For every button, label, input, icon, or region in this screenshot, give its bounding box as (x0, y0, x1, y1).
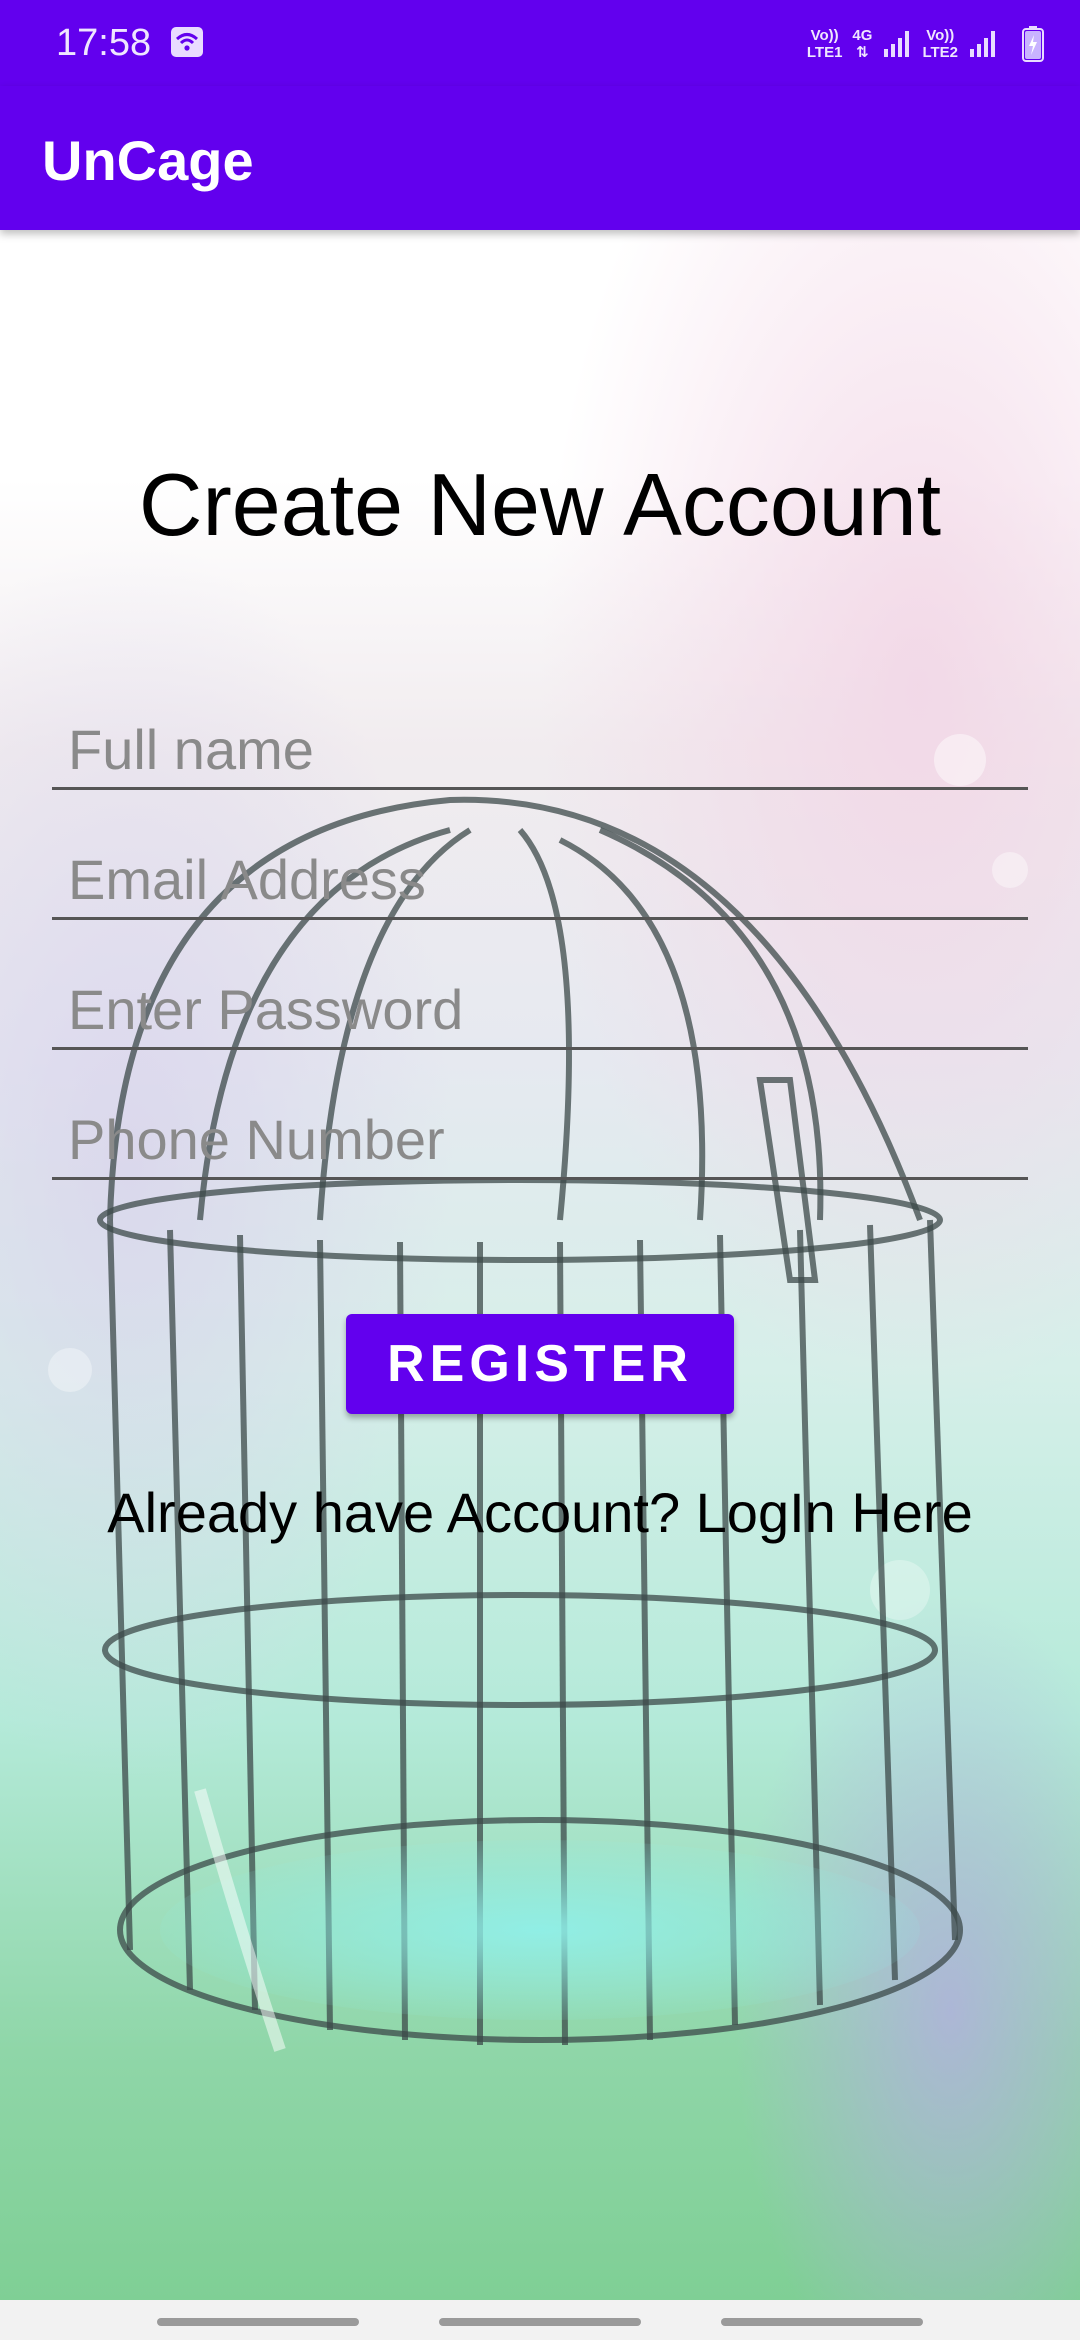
full-name-input[interactable] (52, 700, 1028, 787)
status-icons: Vo)) LTE1 4G ⇅ Vo)) LTE2 (807, 22, 1044, 66)
password-input[interactable] (52, 960, 1028, 1047)
page-title: Create New Account (138, 455, 942, 554)
sim1-volte-label: Vo)) LTE1 (806, 27, 843, 61)
register-button[interactable]: REGISTER (346, 1314, 734, 1414)
sim2-volte-label: Vo)) LTE2 (922, 27, 958, 61)
nav-gesture-home[interactable] (439, 2318, 641, 2326)
network-type-label: 4G ⇅ (852, 27, 873, 61)
app-title: UnCage (42, 129, 254, 192)
status-time: 17:58 (56, 22, 152, 64)
nav-gesture-left[interactable] (157, 2318, 359, 2326)
app-bar: UnCage (0, 86, 1080, 230)
email-input[interactable] (52, 830, 1028, 917)
phone-input[interactable] (52, 1090, 1028, 1177)
login-link[interactable]: Already have Account? LogIn Here (0, 1480, 1080, 1545)
gesture-nav-bar (0, 2300, 1080, 2340)
wifi-hotspot-icon (171, 27, 203, 57)
signal-icon (884, 31, 910, 57)
battery-charging-icon (1022, 26, 1044, 62)
full-name-field[interactable] (52, 700, 1028, 790)
email-field[interactable] (52, 830, 1028, 920)
password-field[interactable] (52, 960, 1028, 1050)
phone-field[interactable] (52, 1090, 1028, 1180)
signal-icon (970, 31, 995, 57)
register-screen: Create New Account REGISTER Already have… (0, 230, 1080, 2300)
status-bar: 17:58 Vo)) LTE1 4G ⇅ Vo)) LTE2 (0, 0, 1080, 86)
nav-gesture-right[interactable] (721, 2318, 923, 2326)
